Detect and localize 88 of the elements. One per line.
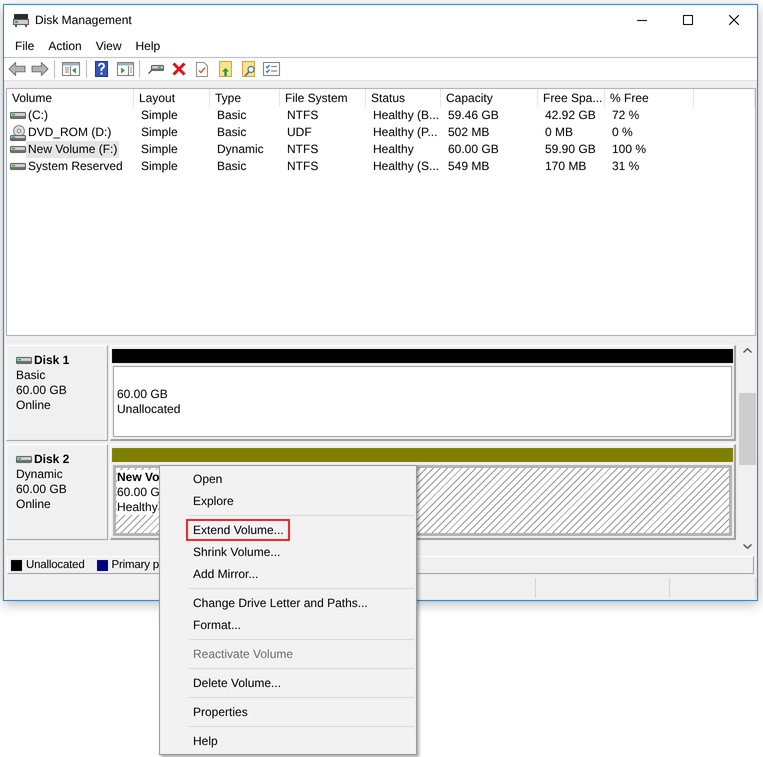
table-cell-text: NTFS — [286, 141, 320, 158]
table-cell-text: 0 MB — [544, 124, 574, 141]
table-cell-text: Simple — [140, 107, 179, 124]
drive-icon — [13, 14, 29, 26]
table-cell-text: Healthy (S... — [372, 158, 440, 175]
window-title: Disk Management — [35, 13, 132, 27]
menu-item[interactable]: Extend Volume... — [186, 519, 290, 541]
table-cell-text: Healthy (P... — [372, 124, 438, 141]
table-cell-text: Dynamic — [216, 141, 265, 158]
drive-icon — [10, 112, 26, 119]
disk-name: Disk 2 — [34, 452, 70, 467]
table-cell-text: Basic — [216, 124, 248, 141]
partition-text: 60.00 G — [117, 485, 160, 500]
scroll-down-icon[interactable] — [743, 544, 752, 549]
table-cell-text: 100 % — [611, 141, 648, 158]
disk-size: 60.00 GB — [16, 383, 68, 398]
disk-info-panel[interactable]: Disk 1 Basic 60.00 GB Online — [6, 345, 108, 441]
drive-icon — [10, 163, 26, 170]
back-arrow-icon[interactable] — [8, 62, 26, 76]
table-cell-text: Simple — [140, 124, 179, 141]
help-icon[interactable] — [95, 61, 108, 77]
menu-item[interactable]: Help — [186, 730, 224, 752]
drive-icon — [10, 146, 26, 153]
table-cell[interactable]: (C:) — [26, 107, 50, 124]
legend-label: Primary p — [112, 559, 159, 571]
disk-info-panel[interactable]: Disk 2 Dynamic 60.00 GB Online — [6, 444, 108, 540]
disk-status: Online — [16, 497, 52, 512]
table-cell-text: 0 % — [611, 124, 634, 141]
table-cell-text: NTFS — [286, 107, 320, 124]
forward-arrow-icon[interactable] — [31, 62, 49, 76]
close-icon[interactable] — [729, 15, 739, 25]
menu-item[interactable]: Properties — [186, 701, 254, 723]
table-cell-text: 42.92 GB — [544, 107, 597, 124]
maximize-icon[interactable] — [683, 15, 693, 25]
table-cell[interactable]: DVD_ROM (D:) — [26, 124, 114, 141]
table-cell-text: UDF — [286, 124, 313, 141]
partition-text: Healthy — [117, 500, 158, 515]
table-cell-text: Basic — [216, 107, 248, 124]
menu-item[interactable]: Explore — [186, 490, 240, 512]
legend-label: Unallocated — [26, 559, 85, 571]
partition-text: Unallocated — [117, 402, 180, 416]
table-cell-text: Basic — [216, 158, 248, 175]
table-cell-text: Simple — [140, 158, 179, 175]
menu-item[interactable]: Help — [128, 37, 168, 55]
table-cell-text: Healthy — [372, 141, 415, 158]
table-cell-text: 170 MB — [544, 158, 588, 175]
table-cell-text: 549 MB — [447, 158, 490, 175]
disk-status: Online — [16, 398, 52, 413]
folder-search-icon[interactable] — [242, 61, 256, 77]
table-cell-text: 60.00 GB — [447, 141, 500, 158]
menu-item[interactable]: Add Mirror... — [186, 563, 264, 585]
window-pane-icon[interactable] — [117, 62, 134, 76]
table-cell-text: 59.46 GB — [447, 107, 500, 124]
menu-item[interactable]: Format... — [186, 614, 248, 636]
table-cell-text: 31 % — [611, 158, 640, 175]
table-cell-text: NTFS — [286, 158, 320, 175]
menu-item[interactable]: View — [88, 37, 128, 55]
drive-icon — [16, 456, 32, 463]
menu-item: Reactivate Volume — [192, 646, 294, 663]
partition-text: New Vo — [117, 470, 160, 485]
menu-item[interactable]: File — [8, 37, 42, 55]
table-cell-text: Healthy (B... — [372, 107, 440, 124]
disk-type: Dynamic — [16, 467, 64, 482]
scrollbar-thumb[interactable] — [739, 393, 756, 465]
table-cell[interactable]: New Volume (F:) — [26, 141, 120, 158]
disk-name: Disk 1 — [34, 353, 70, 368]
menu-item[interactable]: Change Drive Letter and Paths... — [186, 592, 374, 614]
window-pane-icon[interactable] — [62, 62, 80, 76]
table-cell-text: Simple — [140, 141, 179, 158]
scroll-up-icon[interactable] — [743, 348, 752, 353]
partition-text: 60.00 GB — [117, 386, 168, 402]
drive-cable-icon[interactable] — [148, 64, 164, 74]
menu-item[interactable]: Action — [41, 37, 89, 55]
table-cell-text: 502 MB — [447, 124, 490, 141]
document-check-icon[interactable] — [196, 62, 208, 76]
delete-icon[interactable] — [172, 62, 186, 76]
drive-icon — [16, 357, 32, 364]
partition-block[interactable]: 60.00 GB Unallocated — [113, 366, 732, 437]
table-cell[interactable]: System Reserved — [26, 158, 125, 175]
menu-item[interactable]: Open — [186, 468, 228, 490]
disc-icon — [10, 124, 26, 140]
disk-type: Basic — [16, 368, 46, 383]
menu-item[interactable]: Shrink Volume... — [186, 541, 286, 563]
menu-item[interactable]: Delete Volume... — [186, 672, 288, 694]
table-cell-text: 59.90 GB — [544, 141, 597, 158]
checklist-icon[interactable] — [263, 62, 280, 76]
disk-size: 60.00 GB — [16, 482, 68, 497]
table-cell-text: 72 % — [611, 107, 640, 124]
